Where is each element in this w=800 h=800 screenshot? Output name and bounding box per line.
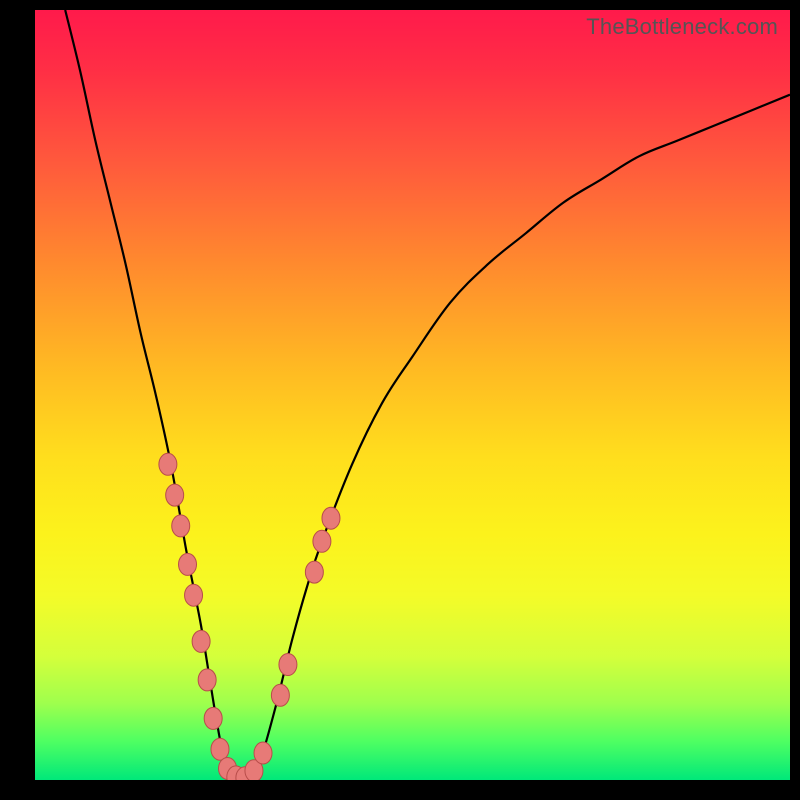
marker: [179, 553, 197, 575]
marker: [185, 584, 203, 606]
marker: [192, 630, 210, 652]
marker: [204, 707, 222, 729]
chart-svg: [35, 10, 790, 780]
chart-frame: TheBottleneck.com: [0, 0, 800, 800]
marker: [271, 684, 289, 706]
marker: [322, 507, 340, 529]
plot-area: TheBottleneck.com: [35, 10, 790, 780]
marker: [254, 742, 272, 764]
marker: [305, 561, 323, 583]
marker: [211, 738, 229, 760]
marker: [159, 453, 177, 475]
marker: [172, 515, 190, 537]
marker: [166, 484, 184, 506]
marker: [313, 530, 331, 552]
curve-path: [65, 10, 790, 780]
marker: [198, 669, 216, 691]
curve-markers: [159, 453, 340, 780]
marker: [279, 654, 297, 676]
